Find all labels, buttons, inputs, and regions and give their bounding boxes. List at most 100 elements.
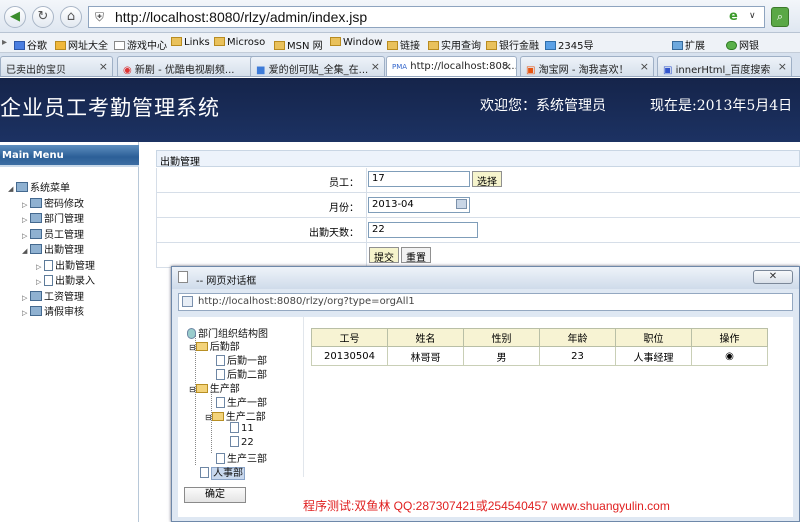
bookmark-item[interactable]: 游戏中心 xyxy=(114,37,167,52)
tab-active[interactable]: PMA http://localhost:808... × xyxy=(386,56,517,76)
cell-name: 林哥哥 xyxy=(387,346,464,366)
dialog-titlebar[interactable]: -- 网页对话框 ✕ xyxy=(172,267,799,289)
dialog-close-button[interactable]: ✕ xyxy=(753,270,793,284)
cell-age: 23 xyxy=(539,346,616,366)
folder-icon xyxy=(16,182,28,192)
column-header: 工号 xyxy=(311,328,388,347)
days-row: 出勤天数： 22 xyxy=(156,218,800,243)
column-header: 性别 xyxy=(463,328,540,347)
sidebar-item-salary[interactable]: ▷ 工资管理 xyxy=(22,288,84,303)
sidebar-item-department[interactable]: ▷ 部门管理 xyxy=(22,210,84,225)
document-icon xyxy=(44,275,53,286)
bookmark-item[interactable]: 谷歌 xyxy=(14,37,47,52)
google-icon xyxy=(14,41,25,50)
select-employee-button[interactable]: 选择 xyxy=(472,171,502,188)
org-node[interactable]: ⊟ 后勤部 xyxy=(189,338,240,353)
tab[interactable]: ■ 爱的创可贴_全集_在... × xyxy=(250,56,385,76)
sidebar-subitem-attendance-manage[interactable]: ▷ 出勤管理 xyxy=(36,257,95,272)
org-node-selected[interactable]: 人事部 xyxy=(200,464,245,480)
sidebar: Main Menu ◢ 系统菜单 ▷ 密码修改 ▷ 部门管理 ▷ 员工管理 ◢ 出勤管理 … xyxy=(0,142,139,522)
bookmark-item[interactable]: 2345导 xyxy=(545,37,593,52)
reset-button[interactable]: 重置 xyxy=(401,247,431,264)
current-date: 现在是:2013年5月4日 xyxy=(650,98,793,114)
org-node[interactable]: ⊟ 生产部 xyxy=(189,380,240,395)
folder-icon xyxy=(30,198,42,208)
table-row: 20130504 林哥哥 男 23 人事经理 ◉ xyxy=(311,346,768,366)
close-icon[interactable]: × xyxy=(371,60,380,73)
tab[interactable]: ◉ 新剧 - 优酷电视剧频...× xyxy=(117,56,267,76)
tab[interactable]: ▣ 淘宝网 - 淘我喜欢！ × xyxy=(520,56,654,76)
bookmark-item[interactable]: Window xyxy=(330,37,382,48)
collapsed-icon: ▷ xyxy=(22,216,28,224)
document-icon xyxy=(230,422,239,433)
folder-icon xyxy=(214,37,225,46)
close-icon[interactable]: × xyxy=(503,60,512,73)
bookmark-menu-icon[interactable]: ▸ xyxy=(2,37,7,48)
ku-icon: ■ xyxy=(256,65,266,76)
cell-gender: 男 xyxy=(463,346,540,366)
dropdown-icon[interactable]: ∨ xyxy=(749,11,756,21)
org-node[interactable]: 生产三部 xyxy=(216,450,267,465)
netbank-button[interactable]: 网银 xyxy=(726,37,759,52)
sidebar-item-password[interactable]: ▷ 密码修改 xyxy=(22,195,84,210)
address-bar[interactable]: ⛨ http://localhost:8080/rlzy/admin/index… xyxy=(88,6,765,28)
bookmark-item[interactable]: 实用查询 xyxy=(428,37,481,52)
folder-icon xyxy=(30,229,42,239)
url-text: http://localhost:8080/rlzy/admin/index.j… xyxy=(115,9,368,25)
close-icon[interactable]: × xyxy=(778,60,787,73)
document-icon xyxy=(216,369,225,380)
back-button[interactable]: ◀ xyxy=(4,6,26,28)
tab[interactable]: ▣ innerHtml_百度搜索 × xyxy=(657,56,792,76)
ie-mode-icon[interactable]: e xyxy=(729,9,738,24)
button-row: 提交 重置 xyxy=(156,243,800,268)
page-icon xyxy=(178,271,188,283)
org-node[interactable]: 后勤一部 xyxy=(216,352,267,367)
org-node[interactable]: 后勤二部 xyxy=(216,366,267,381)
org-node[interactable]: ⊟ 生产二部 xyxy=(205,408,266,423)
extension-icon xyxy=(672,41,683,50)
sidebar-item-leave-review[interactable]: ▷ 请假审核 xyxy=(22,303,84,318)
org-tree: 部门组织结构图 ⊟ 后勤部 后勤一部 后勤二部 ⊟ 生产部 生产一部 ⊟ 生产二部 1… xyxy=(178,317,304,480)
collapsed-icon: ▷ xyxy=(36,263,42,271)
bookmarks-bar: ▸ 谷歌 网址大全 游戏中心 Links Microso MSN 网 Windo… xyxy=(0,33,800,53)
sidebar-item-attendance[interactable]: ◢ 出勤管理 xyxy=(22,241,84,256)
bookmark-item[interactable]: MSN 网 xyxy=(274,37,323,52)
tab[interactable]: 已卖出的宝贝 × xyxy=(0,56,113,76)
close-icon[interactable]: × xyxy=(640,60,649,73)
system-title: 企业员工考勤管理系统 xyxy=(0,96,220,120)
home-button[interactable]: ⌂ xyxy=(60,6,82,28)
days-input[interactable]: 22 xyxy=(368,222,478,238)
sidebar-subitem-attendance-entry[interactable]: ▷ 出勤录入 xyxy=(36,272,95,287)
submit-button[interactable]: 提交 xyxy=(369,247,399,264)
org-node[interactable]: 11 xyxy=(230,422,254,434)
document-icon xyxy=(216,453,225,464)
org-node[interactable]: 生产一部 xyxy=(216,394,267,409)
ok-button[interactable]: 确定 xyxy=(184,487,246,503)
bookmark-item[interactable]: Links xyxy=(171,37,210,48)
calendar-icon[interactable] xyxy=(456,199,467,209)
document-icon xyxy=(230,436,239,447)
shield-icon: ⛨ xyxy=(95,10,105,24)
bookmark-item[interactable]: Microso xyxy=(214,37,265,48)
column-header: 职位 xyxy=(615,328,692,347)
select-radio[interactable]: ◉ xyxy=(691,346,768,366)
web-directory-icon xyxy=(55,41,66,50)
bookmark-item[interactable]: 银行金融 xyxy=(486,37,539,52)
org-node[interactable]: 22 xyxy=(230,436,254,448)
sidebar-root[interactable]: ◢ 系统菜单 xyxy=(8,179,70,194)
tab-bar: 已卖出的宝贝× ◉ 新剧 - 优酷电视剧频...× ■ 爱的创可贴_全集_在..… xyxy=(0,53,800,77)
expanded-icon: ◢ xyxy=(22,247,28,255)
modal-dialog: -- 网页对话框 ✕ http://localhost:8080/rlzy/or… xyxy=(171,266,800,522)
sidebar-item-employee[interactable]: ▷ 员工管理 xyxy=(22,226,84,241)
baidu-icon: ▣ xyxy=(663,65,673,76)
welcome-text: 欢迎您：系统管理员 xyxy=(480,98,606,114)
employee-input[interactable]: 17 xyxy=(368,171,470,187)
close-icon[interactable]: × xyxy=(99,60,108,73)
attendance-form: 出勤管理 员工： 17 选择 月份： 2013-04 出勤天数： 22 提交 重… xyxy=(156,150,800,268)
month-input[interactable]: 2013-04 xyxy=(368,197,470,213)
refresh-button[interactable]: ↻ xyxy=(32,6,54,28)
bookmark-item[interactable]: 链接 xyxy=(387,37,420,52)
search-icon[interactable]: ⌕ xyxy=(771,7,789,27)
extensions-button[interactable]: 扩展 xyxy=(672,37,705,52)
bookmark-item[interactable]: 网址大全 xyxy=(55,37,108,52)
